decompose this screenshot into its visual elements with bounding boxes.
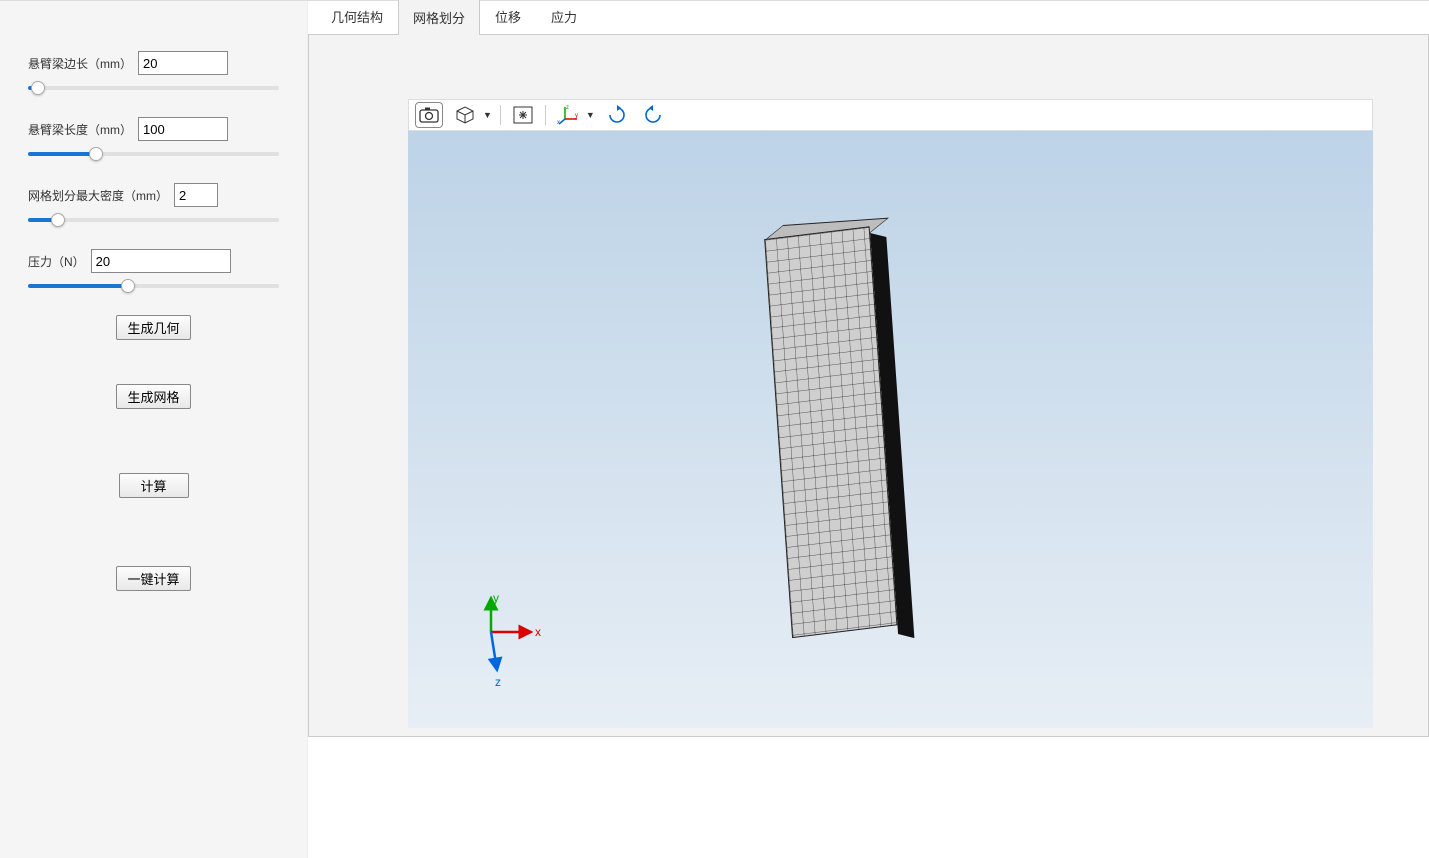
slider-length[interactable]: [28, 147, 279, 161]
axis-y-label: y: [493, 592, 499, 605]
input-edge[interactable]: [138, 51, 228, 75]
axis-z-label: z: [495, 675, 501, 689]
mesh-model: [764, 227, 932, 642]
slider-thumb[interactable]: [89, 147, 103, 161]
sidebar: 悬臂梁边长（mm） 悬臂梁长度（mm） 网格划分最大密度（mm） 压力: [0, 1, 308, 858]
slider-thumb[interactable]: [31, 81, 45, 95]
param-mesh: 网格划分最大密度（mm）: [28, 183, 279, 207]
rotate-ccw-icon[interactable]: [639, 102, 667, 128]
tab-bar: 几何结构 网格划分 位移 应力: [308, 1, 1429, 35]
axes-icon[interactable]: zy x: [554, 102, 582, 128]
slider-edge[interactable]: [28, 81, 279, 95]
tab-mesh[interactable]: 网格划分: [398, 0, 480, 35]
axis-x-label: x: [535, 625, 541, 639]
slider-thumb[interactable]: [51, 213, 65, 227]
fit-icon[interactable]: [509, 102, 537, 128]
input-mesh[interactable]: [174, 183, 218, 207]
label-length: 悬臂梁长度（mm）: [28, 121, 132, 138]
camera-icon[interactable]: [415, 102, 443, 128]
rotate-cw-icon[interactable]: [603, 102, 631, 128]
app-root: 悬臂梁边长（mm） 悬臂梁长度（mm） 网格划分最大密度（mm） 压力: [0, 0, 1429, 858]
slider-thumb[interactable]: [121, 279, 135, 293]
slider-mesh[interactable]: [28, 213, 279, 227]
one-click-button[interactable]: 一键计算: [116, 566, 190, 591]
param-force: 压力（N）: [28, 249, 279, 273]
label-edge: 悬臂梁边长（mm）: [28, 55, 132, 72]
svg-text:z: z: [566, 105, 569, 111]
svg-text:y: y: [575, 113, 578, 119]
param-length: 悬臂梁长度（mm）: [28, 117, 279, 141]
tab-displacement[interactable]: 位移: [480, 0, 536, 34]
label-force: 压力（N）: [28, 253, 85, 270]
gen-mesh-button[interactable]: 生成网格: [116, 384, 190, 409]
viewport-toolbar: ▼ zy x ▼: [408, 99, 1373, 131]
svg-text:x: x: [557, 120, 560, 125]
label-mesh: 网格划分最大密度（mm）: [28, 187, 168, 204]
param-edge: 悬臂梁边长（mm）: [28, 51, 279, 75]
render-canvas[interactable]: y x z: [408, 131, 1373, 728]
tab-geometry[interactable]: 几何结构: [316, 0, 398, 34]
input-force[interactable]: [91, 249, 231, 273]
gen-geometry-button[interactable]: 生成几何: [116, 315, 190, 340]
main-panel: 几何结构 网格划分 位移 应力 ▼ zyx: [308, 1, 1429, 858]
slider-force[interactable]: [28, 279, 279, 293]
axis-gizmo: y x z: [463, 592, 553, 692]
input-length[interactable]: [138, 117, 228, 141]
tab-stress[interactable]: 应力: [536, 0, 592, 34]
viewport: ▼ zyx ▼: [308, 35, 1429, 737]
compute-button[interactable]: 计算: [119, 473, 189, 498]
chevron-down-icon[interactable]: ▼: [586, 110, 595, 120]
chevron-down-icon[interactable]: ▼: [483, 110, 492, 120]
cube-icon[interactable]: [451, 102, 479, 128]
